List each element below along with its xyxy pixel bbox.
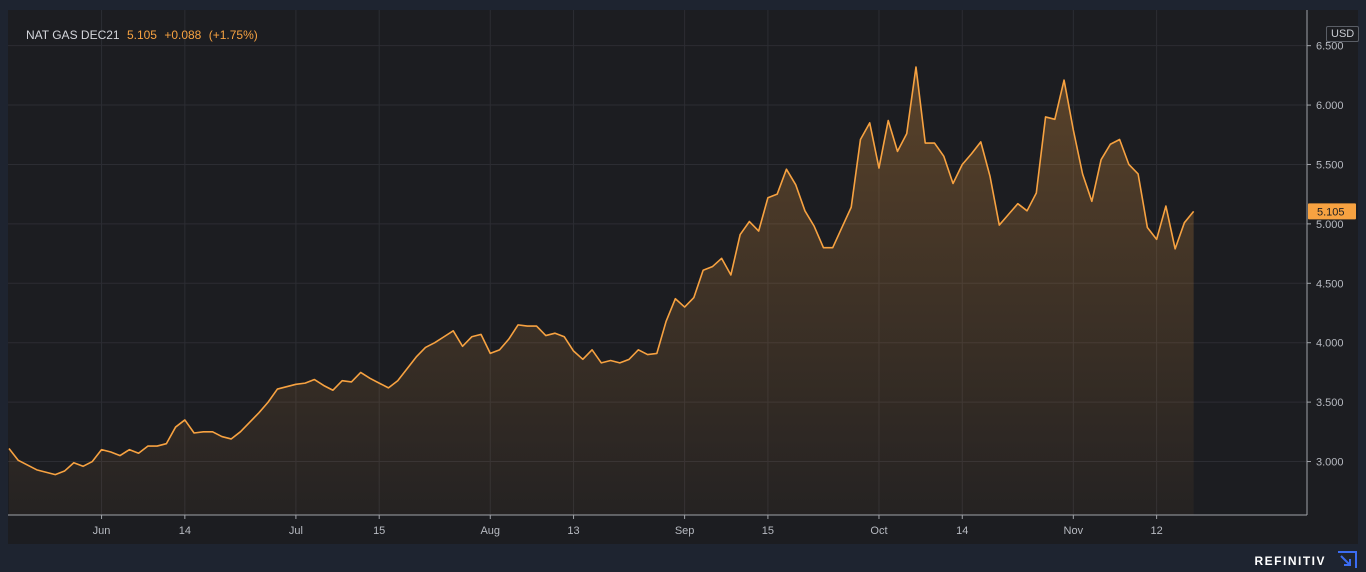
y-tick-label: 3.000 <box>1316 457 1344 469</box>
y-tick-label: 4.000 <box>1316 338 1344 350</box>
chart-frame: 3.000 3.500 4.000 4.500 5.000 5.500 6.000 6.500… <box>8 10 1360 544</box>
y-tick-label: 6.500 <box>1316 41 1344 53</box>
quote-header: NAT GAS DEC21 5.105 +0.088 (+1.75%) <box>26 28 258 42</box>
y-tick-label: 4.500 <box>1316 278 1344 290</box>
x-tick-label: 15 <box>762 525 774 537</box>
x-tick-label: Aug <box>480 525 500 537</box>
x-tick-label: 14 <box>956 525 968 537</box>
y-tick-label: 3.500 <box>1316 397 1344 409</box>
price-chart: 3.000 3.500 4.000 4.500 5.000 5.500 6.000 6.500… <box>8 10 1356 537</box>
last-price-tag: 5.105 <box>1308 203 1356 220</box>
last-price-tag-label: 5.105 <box>1317 206 1345 218</box>
x-tick-label: Jul <box>289 525 303 537</box>
y-axis-ticks: 3.000 3.500 4.000 4.500 5.000 5.500 6.000 6.500 <box>1307 41 1344 469</box>
price-area <box>9 67 1194 515</box>
brand-name: REFINITIV <box>1254 554 1326 568</box>
x-axis-ticks: Jun 14 Jul 15 Aug 13 Sep 15 Oct 14 Nov 12 <box>93 515 1163 537</box>
refinitiv-logo-icon <box>1338 551 1357 568</box>
x-tick-label: 15 <box>373 525 385 537</box>
y-tick-label: 5.000 <box>1316 219 1344 231</box>
price-change-percent: (+1.75%) <box>208 28 258 42</box>
x-tick-label: Nov <box>1064 525 1084 537</box>
x-tick-label: Oct <box>870 525 887 537</box>
instrument-name: NAT GAS DEC21 <box>26 28 120 42</box>
x-tick-label: Jun <box>93 525 111 537</box>
price-change: +0.088 <box>164 28 202 42</box>
last-price: 5.105 <box>126 28 157 42</box>
x-tick-label: 14 <box>179 525 191 537</box>
y-tick-label: 5.500 <box>1316 159 1344 171</box>
currency-badge: USD <box>1326 26 1360 42</box>
x-tick-label: Sep <box>675 525 695 537</box>
footer: REFINITIV <box>0 544 1366 572</box>
x-tick-label: 13 <box>567 525 579 537</box>
x-tick-label: 12 <box>1150 525 1162 537</box>
y-tick-label: 6.000 <box>1316 100 1344 112</box>
